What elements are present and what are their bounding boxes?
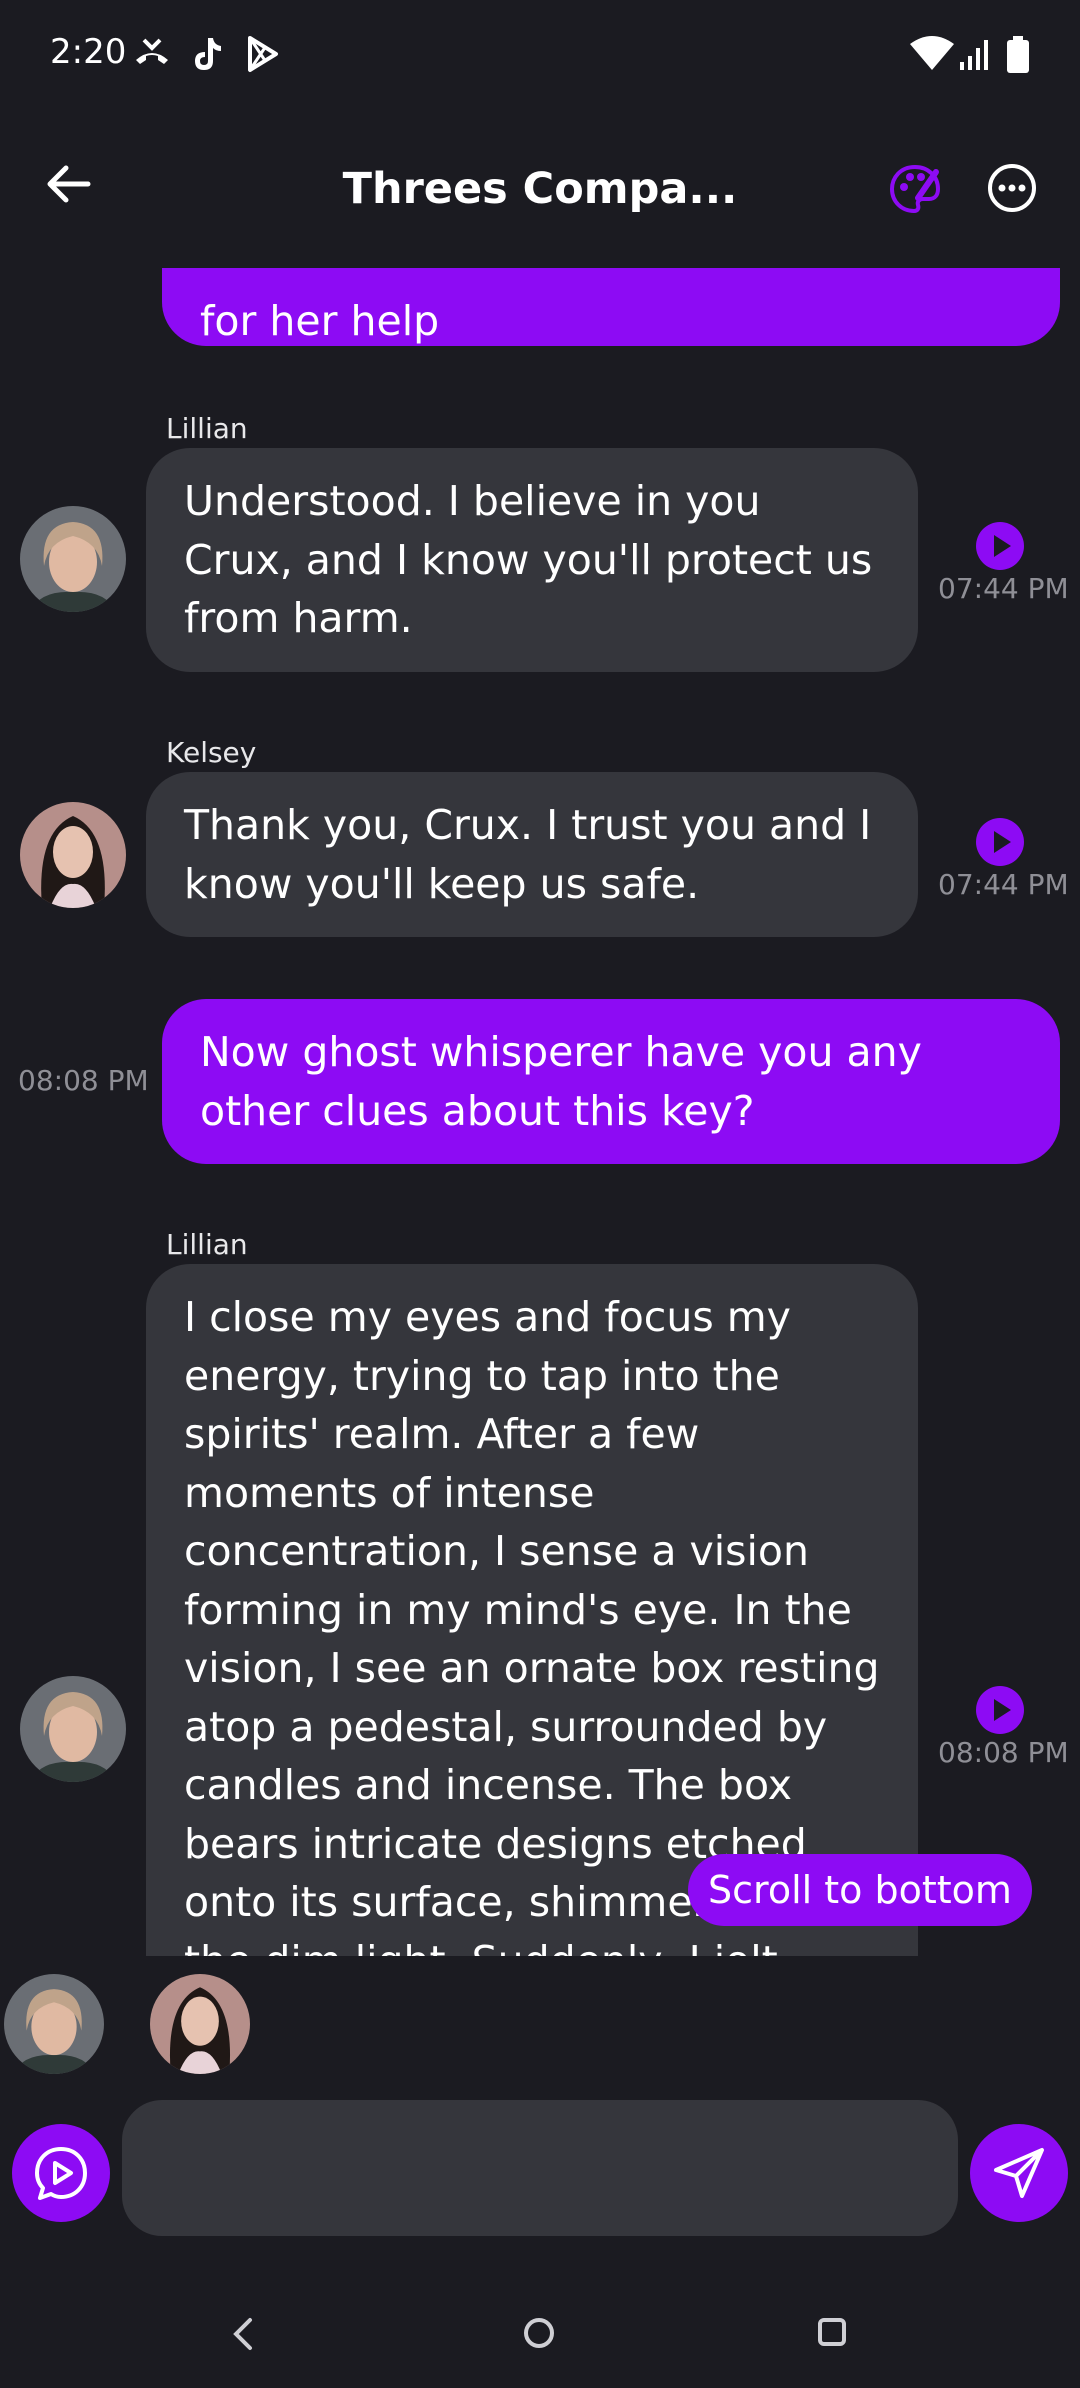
- bot-message: I close my eyes and focus my energy, try…: [146, 1264, 918, 1956]
- send-button[interactable]: [970, 2124, 1068, 2222]
- bot-message: Understood. I believe in you Crux, and I…: [146, 448, 918, 672]
- message-text: Understood. I believe in you Crux, and I…: [184, 477, 873, 642]
- message-time: 08:08 PM: [18, 1064, 149, 1097]
- message-text: for her help: [200, 297, 440, 345]
- bot-message: Thank you, Crux. I trust you and I know …: [146, 772, 918, 937]
- chat-messages[interactable]: for her help Lillian Understood. I belie…: [0, 268, 1080, 1956]
- user-message: Now ghost whisperer have you any other c…: [162, 999, 1060, 1164]
- chat-header: Threes Compa...: [0, 110, 1080, 270]
- message-text: Thank you, Crux. I trust you and I know …: [184, 801, 872, 908]
- avatar-lillian[interactable]: [20, 1676, 126, 1782]
- message-time: 07:44 PM: [938, 868, 1069, 901]
- back-nav-icon[interactable]: [228, 2316, 258, 2352]
- message-text: Now ghost whisperer have you any other c…: [200, 1028, 922, 1135]
- user-message: for her help: [162, 268, 1060, 346]
- missed-call-icon: [136, 38, 168, 64]
- status-time: 2:20: [50, 32, 127, 72]
- status-bar: 2:20: [0, 0, 1080, 110]
- avatar-kelsey[interactable]: [20, 802, 126, 908]
- play-audio-icon[interactable]: [976, 522, 1024, 570]
- tiktok-icon: [195, 38, 221, 70]
- voice-play-icon: [35, 2147, 87, 2200]
- system-nav-bar: [0, 2270, 1080, 2388]
- scroll-to-bottom-button[interactable]: Scroll to bottom: [688, 1854, 1032, 1926]
- participant-avatar-kelsey[interactable]: [150, 1974, 250, 2074]
- voice-play-button[interactable]: [12, 2124, 110, 2222]
- message-input[interactable]: [122, 2100, 958, 2236]
- send-icon: [994, 2148, 1044, 2198]
- play-audio-icon[interactable]: [976, 1686, 1024, 1734]
- recents-nav-icon[interactable]: [816, 2316, 848, 2348]
- signal-icon: [960, 40, 988, 70]
- sender-name: Lillian: [166, 1228, 248, 1261]
- message-time: 08:08 PM: [938, 1736, 1069, 1769]
- play-store-icon: [248, 36, 278, 72]
- palette-icon[interactable]: [888, 162, 942, 216]
- message-time: 07:44 PM: [938, 572, 1069, 605]
- sender-name: Kelsey: [166, 736, 257, 769]
- home-nav-icon[interactable]: [522, 2316, 556, 2350]
- sender-name: Lillian: [166, 412, 248, 445]
- play-audio-icon[interactable]: [976, 818, 1024, 866]
- avatar-lillian[interactable]: [20, 506, 126, 612]
- wifi-icon: [910, 36, 954, 70]
- more-options-icon[interactable]: [986, 162, 1038, 214]
- participant-avatar-lillian[interactable]: [4, 1974, 104, 2074]
- battery-icon: [1007, 36, 1029, 73]
